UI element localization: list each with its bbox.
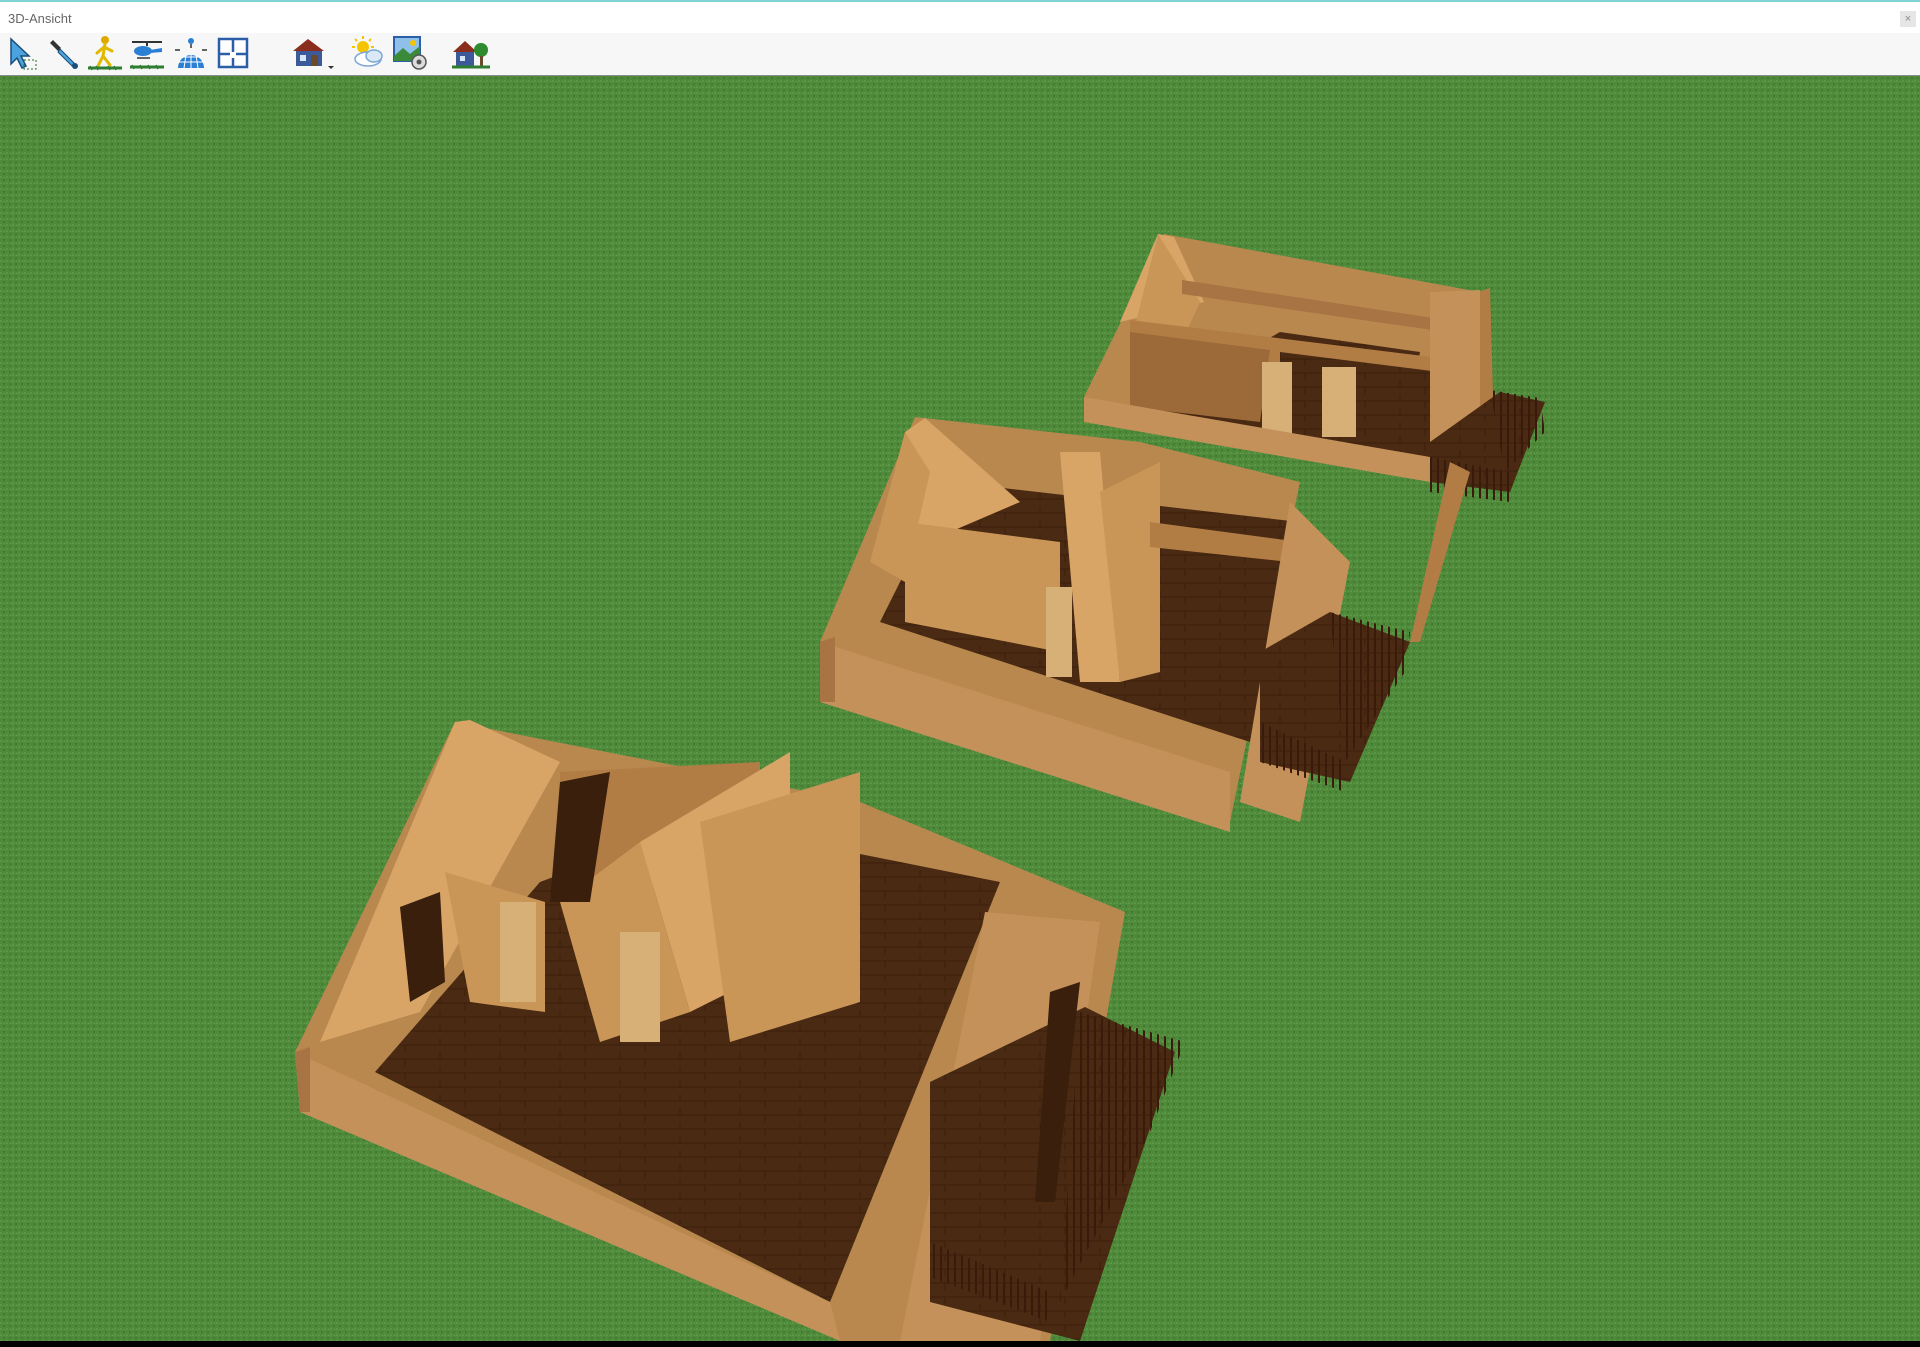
helicopter-tool-button[interactable] xyxy=(128,34,166,72)
landscape-tool-button[interactable] xyxy=(452,34,490,72)
render-settings-tool-button[interactable] xyxy=(391,34,429,72)
toolbar xyxy=(0,33,1920,76)
orbit-sphere-icon xyxy=(175,38,207,69)
walk-tool-button[interactable] xyxy=(86,34,124,72)
weather-tool-button[interactable] xyxy=(348,34,386,72)
picture-settings-icon xyxy=(393,36,427,70)
pipette-icon xyxy=(50,40,78,69)
title-bar: 3D-Ansicht × xyxy=(0,4,1920,33)
select-tool-button[interactable] xyxy=(4,34,42,72)
window-title: 3D-Ansicht xyxy=(8,11,72,26)
sun-cloud-icon xyxy=(352,36,383,67)
house-tree-icon xyxy=(452,41,490,69)
close-button[interactable]: × xyxy=(1900,11,1916,27)
walking-person-icon xyxy=(88,36,122,71)
bottom-border xyxy=(0,1341,1920,1347)
house-dropdown-icon xyxy=(293,39,334,69)
floor-plan-icon xyxy=(217,37,249,69)
helicopter-icon xyxy=(130,41,164,70)
3d-scene[interactable] xyxy=(0,76,1920,1341)
pipette-tool-button[interactable] xyxy=(45,34,83,72)
arrow-select-icon xyxy=(10,37,37,70)
house-view-tool-button[interactable] xyxy=(290,34,338,72)
3d-viewport[interactable] xyxy=(0,76,1920,1341)
floor-plan-tool-button[interactable] xyxy=(214,34,252,72)
3d-view-window: 3D-Ansicht × xyxy=(0,0,1920,1347)
orbit-tool-button[interactable] xyxy=(172,34,210,72)
